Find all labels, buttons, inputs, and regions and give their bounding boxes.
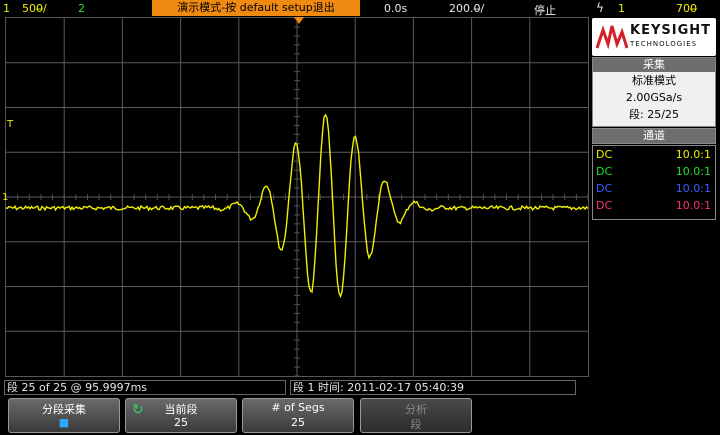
- time-offset[interactable]: 0.0s: [384, 2, 407, 15]
- ch2-coupling: DC: [596, 165, 613, 178]
- softkey-label: 分段采集: [42, 403, 86, 416]
- ch4-coupling: DC: [596, 199, 613, 212]
- top-status-bar: 1 500̶/ 2 演示模式-按 default setup退出 0.0s 20…: [0, 0, 590, 17]
- ch1-coupling: DC: [596, 148, 613, 161]
- graticule-grid: [5, 17, 589, 377]
- ch3-probe: 10.0:1: [675, 182, 711, 195]
- ch1-number[interactable]: 1: [3, 2, 10, 15]
- acquire-header: 采集: [593, 58, 715, 72]
- channel-header: 通道: [593, 129, 715, 143]
- num-segs-softkey[interactable]: # of Segs 25: [242, 398, 354, 433]
- segment-info: 段 25 of 25 @ 95.9997ms: [4, 380, 286, 395]
- softkey-label: 分析: [405, 403, 427, 416]
- acquire-mode: 标准模式: [632, 74, 676, 87]
- timebase[interactable]: 200.0̶/: [449, 2, 484, 15]
- softkey-value: 段: [410, 418, 422, 431]
- trigger-position-marker[interactable]: [294, 17, 304, 24]
- right-panel: ϟ 1 700̶ KEYSIGHT TECHNOLOGIES 采集 标准模式 2…: [590, 0, 720, 380]
- current-segment-softkey[interactable]: ↻ 当前段 25: [125, 398, 237, 433]
- segment-indicator: 段: 25/25: [629, 108, 679, 121]
- ch1-probe: 10.0:1: [675, 148, 711, 161]
- softkey-label: # of Segs: [271, 401, 325, 414]
- waveform-svg: [5, 17, 589, 377]
- acquire-panel[interactable]: 采集 标准模式 2.00GSa/s 段: 25/25: [592, 57, 716, 127]
- ch1-scale[interactable]: 500̶/: [22, 2, 47, 15]
- sample-rate: 2.00GSa/s: [625, 91, 683, 104]
- lightning-icon: ϟ: [596, 1, 604, 15]
- channel-panel-header[interactable]: 通道: [592, 128, 716, 144]
- trigger-source[interactable]: 1: [618, 2, 625, 15]
- channel-row-2[interactable]: DC 10.0:1: [593, 163, 715, 180]
- keysight-logo: KEYSIGHT TECHNOLOGIES: [592, 18, 716, 56]
- demo-mode-banner: 演示模式-按 default setup退出: [152, 0, 360, 16]
- keysight-wave-icon: [596, 25, 628, 50]
- softkey-value: 25: [291, 416, 305, 429]
- ch2-number[interactable]: 2: [78, 2, 85, 15]
- trigger-level-marker[interactable]: T: [7, 119, 13, 130]
- softkey-label: 当前段: [164, 403, 198, 416]
- segmented-acquire-softkey[interactable]: 分段采集 ■: [8, 398, 120, 433]
- analyze-softkey[interactable]: 分析 段: [360, 398, 472, 433]
- channel-table[interactable]: DC 10.0:1 DC 10.0:1 DC 10.0:1 DC 10.0:1: [592, 145, 716, 220]
- softkey-value: 25: [174, 416, 188, 429]
- ch2-probe: 10.0:1: [675, 165, 711, 178]
- waveform-display[interactable]: T 1: [2, 17, 589, 377]
- trigger-level[interactable]: 700̶: [676, 2, 697, 15]
- logo-name: KEYSIGHT: [630, 23, 711, 38]
- segment-time: 段 1 时间: 2011-02-17 05:40:39: [290, 380, 576, 395]
- ch3-coupling: DC: [596, 182, 613, 195]
- channel-row-4[interactable]: DC 10.0:1: [593, 197, 715, 214]
- bottom-info-bar: 段 25 of 25 @ 95.9997ms 段 1 时间: 2011-02-1…: [4, 380, 720, 395]
- checkbox-icon: ■: [58, 416, 70, 429]
- ch1-ground-marker[interactable]: 1: [2, 192, 8, 203]
- softkey-bar: 分段采集 ■ ↻ 当前段 25 # of Segs 25 分析 段: [0, 396, 720, 435]
- logo-sub: TECHNOLOGIES: [630, 40, 698, 48]
- run-state[interactable]: 停止: [534, 2, 556, 18]
- channel-row-1[interactable]: DC 10.0:1: [593, 146, 715, 163]
- ch4-probe: 10.0:1: [675, 199, 711, 212]
- channel-row-3[interactable]: DC 10.0:1: [593, 180, 715, 197]
